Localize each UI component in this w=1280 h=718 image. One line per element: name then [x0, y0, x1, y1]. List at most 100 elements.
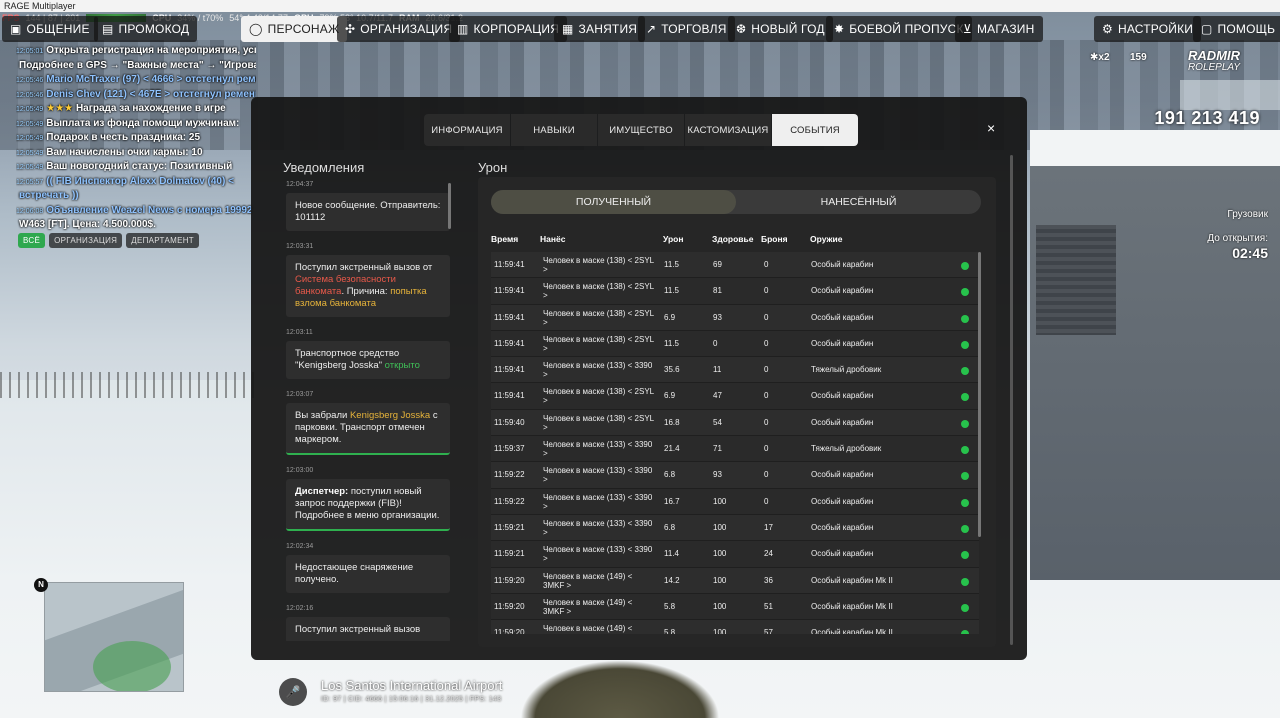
notifications-list[interactable]: 12:04:37 Новое сообщение. Отправитель: 10… [286, 181, 450, 641]
cell-health: 81 [713, 286, 722, 296]
table-row[interactable]: 11:59:41 Человек в маске (138) < 2SYL > 11… [491, 330, 979, 358]
chat-tab-all[interactable]: ВСЁ [18, 233, 46, 248]
table-row[interactable]: 11:59:41 Человек в маске (138) < 2SYL > 6.… [491, 383, 979, 410]
cell-damage: 14.2 [664, 575, 680, 585]
table-row[interactable]: 11:59:20 Человек в маске (149) < 5.8 100 57 О… [491, 620, 979, 634]
cell-health: 0 [713, 338, 718, 348]
table-row[interactable]: 11:59:21 Человек в маске (133) < 3390 > 6.… [491, 514, 979, 542]
notification-time: 12:03:11 [286, 329, 313, 336]
location-name: Los Santos International Airport [321, 678, 503, 693]
cell-attacker: Человек в маске (138) < 2SYL > [543, 413, 654, 432]
nav-chat[interactable]: ▣ ОБЩЕНИЕ [2, 16, 98, 42]
chat-line: 12:05:49 Выплата из фонда помощи мужчинам… [16, 117, 256, 132]
cell-weapon: Особый карабин [811, 260, 874, 269]
table-row[interactable]: 11:59:41 Человек в маске (138) < 2SYL > 11… [491, 252, 979, 279]
logo-title: RADMIR [1188, 48, 1240, 63]
microphone-icon[interactable]: 🎤 [279, 678, 307, 706]
table-row[interactable]: 11:59:41 Человек в маске (138) < 2SYL > 11… [491, 278, 979, 305]
bonus-badge: ✱x2 [1090, 52, 1110, 63]
notification-time: 12:03:07 [286, 391, 314, 398]
nav-organization[interactable]: ✣ ОРГАНИЗАЦИЯ [337, 16, 461, 42]
segment-received[interactable]: ПОЛУЧЕННЫЙ [491, 190, 736, 214]
cell-damage: 5.8 [664, 601, 676, 611]
modal-scrollbar[interactable] [1010, 155, 1013, 645]
ticket-icon: ▤ [102, 22, 114, 36]
level-value: 159 [1130, 52, 1147, 63]
damage-table-body[interactable]: 11:59:41 Человек в маске (138) < 2SYL >11… [491, 252, 979, 634]
notification-time: 12:02:16 [286, 605, 314, 612]
cell-armor: 0 [764, 470, 769, 480]
chat-time: 12:05:46 [16, 77, 44, 84]
segment-dealt[interactable]: НАНЕСЁННЫЙ [736, 190, 981, 214]
cell-health: 100 [713, 549, 727, 559]
gift-icon: ❆ [736, 22, 747, 36]
tab-customization[interactable]: КАСТОМИЗАЦИЯ [685, 114, 771, 146]
nav-corporation[interactable]: ▥ КОРПОРАЦИЯ [449, 16, 568, 42]
status-dot-icon [961, 419, 969, 428]
cell-health: 54 [713, 417, 722, 427]
cell-time: 11:59:41 [494, 312, 525, 322]
notification-text: Диспетчер: [295, 486, 349, 497]
tab-info[interactable]: ИНФОРМАЦИЯ [424, 114, 510, 146]
close-icon[interactable]: × [987, 120, 995, 136]
table-row[interactable]: 11:59:41 Человек в маске (133) < 3390 > 35… [491, 357, 979, 384]
chat-text: Вам начислены очки кармы: 10 [46, 146, 203, 158]
nav-character[interactable]: ◯ ПЕРСОНАЖ [241, 16, 348, 42]
status-dot-icon [961, 340, 969, 349]
status-dot-icon [961, 393, 969, 402]
notification-text: Поступил экстренный вызов [295, 624, 421, 635]
cell-health: 100 [713, 522, 727, 532]
table-row[interactable]: 11:59:22 Человек в маске (133) < 3390 > 16… [491, 488, 979, 515]
damage-title: Урон [478, 160, 508, 175]
damage-table-scrollbar[interactable] [978, 252, 981, 537]
table-row[interactable]: 11:59:20 Человек в маске (149) < 3MKF > 5.… [491, 593, 979, 621]
chat-time: 12:05:57 [16, 178, 44, 186]
table-row[interactable]: 11:59:37 Человек в маске (133) < 3390 > 21… [491, 436, 979, 463]
chat-time: 12:05:49 [16, 120, 44, 128]
table-row[interactable]: 11:59:41 Человек в маске (138) < 2SYL > 6.… [491, 304, 979, 331]
cell-weapon: Особый карабин Mk II [811, 575, 893, 585]
chat-icon: ▣ [10, 22, 22, 36]
tab-skills[interactable]: НАВЫКИ [511, 114, 597, 146]
chat-text: Ваш новогодний статус: Позитивный [46, 161, 233, 172]
chat-text: (( FIB Инспектор Alexx Dolmatov (40) < [46, 175, 234, 187]
status-dot-icon [961, 367, 969, 376]
table-row[interactable]: 11:59:21 Человек в маске (133) < 3390 > 11… [491, 541, 979, 568]
notifications-scrollbar[interactable] [448, 183, 451, 229]
notification-text: Транспортное средство "Kenigsberg Josska… [295, 348, 400, 371]
status-dot-icon [961, 446, 969, 455]
notification-card: Новое сообщение. Отправитель: 101112 [286, 193, 450, 231]
chat-bubble-icon: ▢ [1201, 22, 1213, 36]
nav-new-year[interactable]: ❆ НОВЫЙ ГОД [728, 16, 833, 42]
cell-weapon: Особый карабин [811, 496, 874, 506]
nav-trade[interactable]: ↗ ТОРГОВЛЯ [638, 16, 735, 42]
cell-armor: 0 [764, 260, 769, 269]
table-row[interactable]: 11:59:22 Человек в маске (133) < 3390 > 6.… [491, 462, 979, 489]
chat-tab-organization[interactable]: ОРГАНИЗАЦИЯ [49, 233, 123, 248]
cell-armor: 0 [764, 286, 769, 296]
cell-weapon: Особый карабин [811, 522, 874, 532]
cell-attacker: Человек в маске (133) < 3390 > [543, 440, 653, 459]
notification-card: Поступил экстренный вызов от Система без… [286, 255, 450, 317]
table-row[interactable]: 11:59:20 Человек в маске (149) < 3MKF > 14… [491, 567, 979, 594]
tab-property[interactable]: ИМУЩЕСТВО [598, 114, 684, 146]
status-dot-icon [961, 472, 969, 481]
nav-shop[interactable]: ⊻ МАГАЗИН [955, 16, 1043, 42]
chat-tab-department[interactable]: ДЕПАРТАМЕНТ [126, 233, 199, 248]
cell-weapon: Особый карабин [811, 417, 874, 427]
notification-item: 12:03:11 Транспортное средство "Kenigsber… [286, 329, 450, 379]
chat-time: 12:05:49 [16, 135, 44, 142]
table-row[interactable]: 11:59:40 Человек в маске (138) < 2SYL > 16… [491, 409, 979, 437]
nav-activities[interactable]: ▦ ЗАНЯТИЯ [554, 16, 646, 42]
calendar-icon: ▦ [562, 22, 574, 36]
nav-battle-pass[interactable]: ✸ БОЕВОЙ ПРОПУСК [826, 16, 972, 42]
nav-help[interactable]: ▢ ПОМОЩЬ [1193, 16, 1280, 42]
status-dot-icon [961, 314, 969, 323]
tab-events[interactable]: СОБЫТИЯ [772, 114, 858, 146]
nav-settings[interactable]: ⚙ НАСТРОЙКИ [1094, 16, 1202, 42]
nav-promocode[interactable]: ▤ ПРОМОКОД [94, 16, 198, 42]
cell-attacker: Человек в маске (138) < 2SYL > [543, 387, 654, 406]
notification-text: Kenigsberg Josska [349, 410, 431, 421]
chat-line: W463 [FT]. Цена: 4.500.000$. [16, 218, 256, 233]
cell-damage: 6.9 [664, 391, 676, 401]
